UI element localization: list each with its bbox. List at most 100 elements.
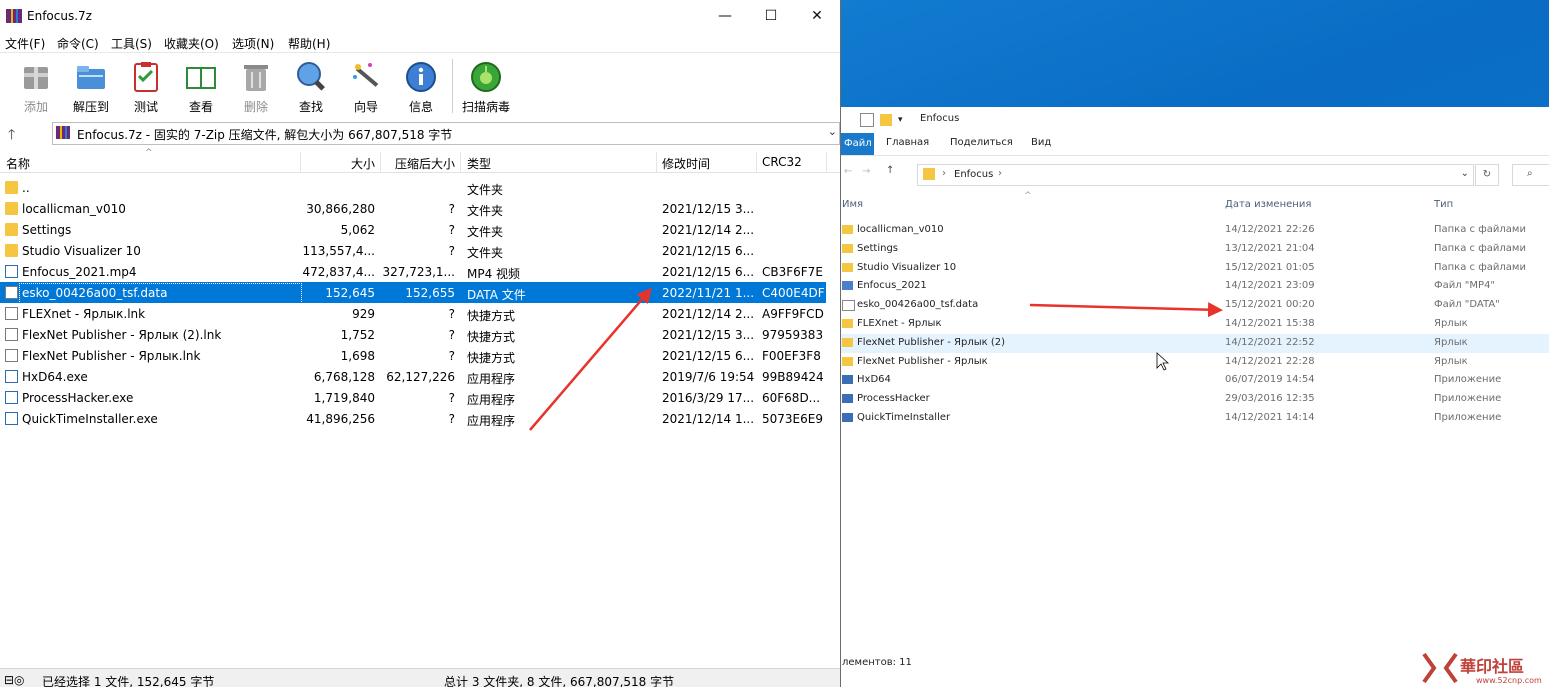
list-item[interactable]: HxD64 06/07/2019 14:54 Приложение [840,371,1549,390]
col-divider[interactable] [756,152,757,172]
path-combobox[interactable]: Enfocus.7z - 固实的 7-Zip 压缩文件, 解包大小为 667,8… [52,122,840,145]
cell-size: 41,896,256 [306,412,375,426]
scan-virus-icon [470,61,502,93]
add-button[interactable]: 添加 [11,57,61,115]
table-row[interactable]: QuickTimeInstaller.exe 41,896,256? 应用程序 202… [0,408,826,429]
menu-favorites[interactable]: 收藏夹(O) [164,35,219,52]
cell-size: 6,768,128 [313,370,375,384]
cell-name: Studio Visualizer 10 [22,244,141,258]
cell-size: 1,752 [340,328,375,342]
cell-size: 1,719,840 [313,391,375,405]
find-button[interactable]: 查找 [286,57,336,115]
col-packed[interactable]: 压缩后大小 [395,155,455,172]
col-divider[interactable] [460,152,461,172]
list-item[interactable]: Settings 13/12/2021 21:04 Папка с файлами [840,240,1549,259]
test-button[interactable]: 测试 [121,57,171,115]
col-divider[interactable] [656,152,657,172]
close-button[interactable]: ✕ [794,0,840,32]
list-item[interactable]: locallicman_v010 14/12/2021 22:26 Папка с … [840,221,1549,240]
info-button[interactable]: 信息 [396,57,446,115]
cell-modified: 2021/12/15 6... [662,244,755,258]
refresh-button[interactable]: ↻ [1475,164,1499,186]
col-size[interactable]: 大小 [351,155,375,172]
list-item[interactable]: FLEXnet - Ярлык 14/12/2021 15:38 Ярлык [840,315,1549,334]
col-divider[interactable] [826,152,827,172]
cell-type: Папка с файлами [1434,261,1526,273]
cell-name: HxD64.exe [22,370,88,384]
cell-name: ProcessHacker.exe [22,391,134,405]
cell-packed: ? [448,412,455,426]
scan-virus-button[interactable]: 扫描病毒 [461,57,511,115]
status-total: 总计 3 文件夹, 8 文件, 667,807,518 字节 [444,675,675,687]
up-folder-icon[interactable]: 🡑 [8,124,32,148]
menu-file[interactable]: 文件(F) [5,35,45,52]
col-date[interactable]: Дата изменения [1225,199,1311,210]
table-row[interactable]: HxD64.exe 6,768,128 62,127,226 应用程序 2019/7/6… [0,366,826,387]
table-row[interactable]: Settings 5,062? 文件夹 2021/12/14 2... [0,219,826,240]
explorer-address-bar[interactable]: › Enfocus › ⌄ [917,164,1474,186]
table-row[interactable]: Studio Visualizer 10 113,557,4...? 文件夹 2021… [0,240,826,261]
table-row[interactable]: ProcessHacker.exe 1,719,840? 应用程序 2016/3/29… [0,387,826,408]
tab-view[interactable]: Вид [1031,137,1051,148]
col-name[interactable]: 名称 [6,155,30,172]
col-modified[interactable]: 修改时间 [662,155,710,172]
cell-modified: 2021/12/15 3... [662,328,755,342]
cell-packed: ? [448,349,455,363]
chevron-down-icon[interactable]: ▾ [898,115,903,125]
col-crc[interactable]: CRC32 [762,155,802,169]
delete-button[interactable]: 删除 [231,57,281,115]
menu-options[interactable]: 选项(N) [232,35,274,52]
cell-size: 929 [352,307,375,321]
list-item[interactable]: FlexNet Publisher - Ярлык (2) 14/12/2021 … [840,333,1549,353]
maximize-button[interactable]: ☐ [748,0,794,32]
delete-label: 删除 [243,100,268,114]
cell-crc: 5073E6E9 [762,412,823,426]
chevron-down-icon[interactable]: ⌄ [828,125,837,138]
table-row[interactable]: FlexNet Publisher - Ярлык.lnk 1,698? 快捷方式 2… [0,345,826,366]
col-divider[interactable] [300,152,301,172]
list-item[interactable]: Studio Visualizer 10 15/12/2021 01:05 Папк… [840,259,1549,278]
extract-button[interactable]: 解压到 [66,57,116,115]
tab-home[interactable]: Главная [886,137,929,148]
list-item[interactable]: QuickTimeInstaller 14/12/2021 14:14 Прилож… [840,409,1549,428]
folder-icon [5,223,18,236]
application-icon [842,413,853,422]
wizard-button[interactable]: 向导 [341,57,391,115]
cell-size: 113,557,4... [302,244,375,258]
table-row[interactable]: FlexNet Publisher - Ярлык (2).lnk 1,752? 快… [0,324,826,345]
table-row[interactable]: Enfocus_2021.mp4 472,837,4... 327,723,1...… [0,261,826,282]
table-row[interactable]: esko_00426a00_tsf.data 152,645 152,655 DATA… [0,282,826,304]
tab-file[interactable]: Файл [840,133,874,155]
menu-commands[interactable]: 命令(C) [57,35,99,52]
up-icon[interactable]: ↑ [886,165,894,176]
col-name[interactable]: Имя [842,199,863,210]
col-divider[interactable] [380,152,381,172]
col-type[interactable]: 类型 [467,155,491,172]
cell-packed: ? [448,202,455,216]
folder-icon[interactable] [880,114,892,126]
cell-name: QuickTimeInstaller.exe [22,412,158,426]
search-box[interactable]: ⌕ [1512,164,1549,186]
menu-help[interactable]: 帮助(H) [288,35,330,52]
properties-icon[interactable] [860,113,874,127]
quick-access-toolbar: ▾ [860,113,903,127]
cell-modified: 2021/12/14 2... [662,307,755,321]
explorer-title: Enfocus [920,113,960,124]
table-row[interactable]: FLEXnet - Ярлык.lnk 929? 快捷方式 2021/12/14 2.… [0,303,826,324]
table-row[interactable]: .. 文件夹 [0,177,826,198]
chevron-down-icon[interactable]: ⌄ [1461,168,1469,179]
back-icon[interactable]: ← [844,166,852,177]
list-item[interactable]: ProcessHacker 29/03/2016 12:35 Приложение [840,390,1549,409]
table-row[interactable]: locallicman_v010 30,866,280? 文件夹 2021/12/15… [0,198,826,219]
tab-share[interactable]: Поделиться [950,137,1013,148]
menu-tools[interactable]: 工具(S) [111,35,152,52]
list-item[interactable]: FlexNet Publisher - Ярлык 14/12/2021 22:2… [840,353,1549,372]
minimize-button[interactable]: — [702,0,748,32]
forward-icon[interactable]: → [862,166,870,177]
view-button[interactable]: 查看 [176,57,226,115]
cell-type: 文件夹 [467,204,504,218]
list-item[interactable]: Enfocus_2021 14/12/2021 23:09 Файл "MP4" [840,277,1549,296]
list-item[interactable]: esko_00426a00_tsf.data 15/12/2021 00:20 Фа… [840,296,1549,315]
cell-packed: ? [448,307,455,321]
col-type[interactable]: Тип [1434,199,1453,210]
